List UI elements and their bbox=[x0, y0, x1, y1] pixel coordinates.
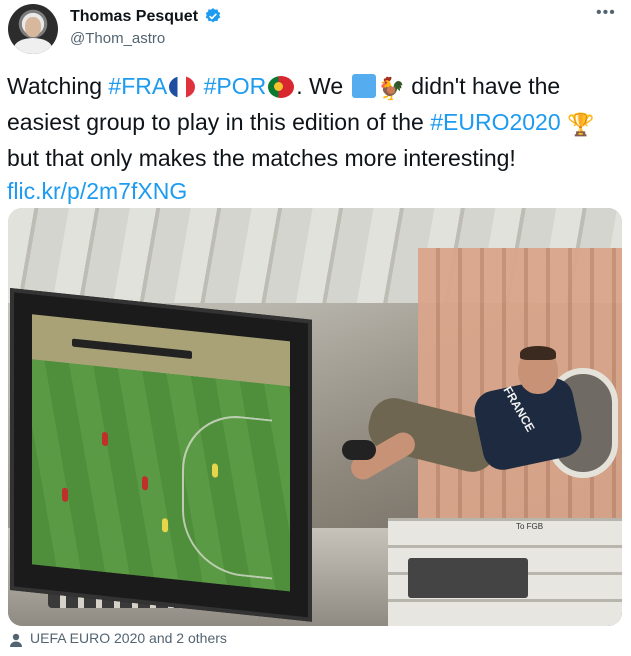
player bbox=[102, 431, 108, 447]
avatar-face bbox=[25, 17, 41, 37]
tweet-card: Thomas Pesquet @Thom_astro ••• Watching … bbox=[0, 0, 631, 656]
player bbox=[142, 475, 148, 491]
author-name[interactable]: Thomas Pesquet bbox=[70, 8, 198, 26]
hashtag-fra[interactable]: #FRA bbox=[108, 73, 167, 99]
more-horizontal-icon[interactable]: ••• bbox=[596, 4, 616, 22]
player bbox=[62, 487, 68, 503]
flag-portugal-icon bbox=[268, 76, 295, 98]
tweet-link[interactable]: flic.kr/p/2m7fXNG bbox=[7, 178, 187, 204]
trophy-icon: 🏆 bbox=[567, 113, 595, 138]
author-avatar[interactable] bbox=[8, 4, 58, 54]
player bbox=[212, 463, 218, 478]
person-icon bbox=[10, 633, 22, 647]
text-segment: but that only makes the matches more int… bbox=[7, 145, 516, 171]
pitch-line bbox=[182, 410, 272, 580]
player bbox=[162, 517, 168, 533]
avatar-suit bbox=[14, 38, 52, 54]
iss-laptop-panel: To FGB bbox=[388, 518, 622, 626]
rooster-icon: 🐓 bbox=[377, 77, 405, 102]
text-segment: . We bbox=[296, 73, 350, 99]
tv-screen-football-pitch bbox=[32, 314, 290, 592]
tv-display bbox=[10, 288, 312, 622]
astronaut-hair bbox=[520, 346, 556, 360]
tagged-users[interactable]: UEFA EURO 2020 and 2 others bbox=[30, 630, 227, 646]
astronaut-shoe bbox=[342, 440, 376, 460]
blue-square-icon bbox=[351, 74, 376, 98]
hashtag-por[interactable]: #POR bbox=[204, 73, 267, 99]
panel-label: To FGB bbox=[516, 522, 544, 531]
flag-france-icon bbox=[169, 76, 196, 98]
text-segment: Watching bbox=[7, 73, 109, 99]
tv-scorebug bbox=[72, 338, 192, 360]
hashtag-euro2020[interactable]: #EURO2020 bbox=[430, 109, 560, 135]
astronaut: FRANCE bbox=[342, 346, 586, 508]
tweet-text: Watching #FRA #POR. We 🐓 didn't have the… bbox=[7, 70, 622, 208]
laptop-keyboard bbox=[408, 558, 528, 598]
author-handle[interactable]: @Thom_astro bbox=[70, 30, 165, 47]
verified-badge-icon bbox=[205, 8, 221, 23]
tweet-photo[interactable]: To FGB FRANCE bbox=[8, 208, 622, 626]
